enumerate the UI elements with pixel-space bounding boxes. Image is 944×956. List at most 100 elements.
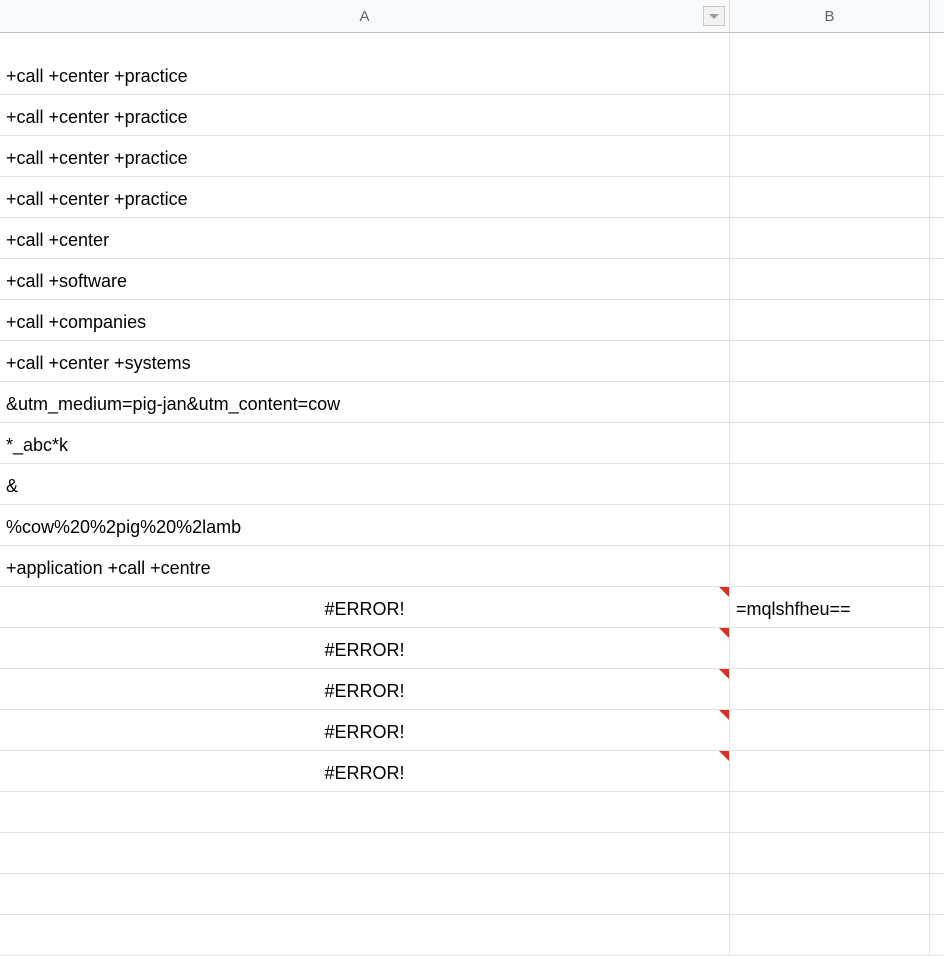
error-indicator-icon [719,669,729,679]
cell-b[interactable] [730,874,930,914]
chevron-down-icon [709,14,719,19]
table-row: +call +center +systems [0,341,944,382]
cell-b[interactable] [730,136,930,176]
cell-c[interactable] [930,833,944,873]
cell-a[interactable]: #ERROR! [0,710,730,750]
column-label: B [824,8,834,25]
cell-a[interactable]: *_abc*k [0,423,730,463]
cell-c[interactable] [930,505,944,545]
cell-c[interactable] [930,33,944,94]
cell-b[interactable] [730,341,930,381]
cell-a[interactable]: +call +center +practice [0,95,730,135]
column-header-row: A B [0,0,944,33]
cell-c[interactable] [930,423,944,463]
cell-c[interactable] [930,95,944,135]
table-row: +call +center [0,218,944,259]
spreadsheet: A B +call +center +practice+call +center… [0,0,944,956]
cell-c[interactable] [930,300,944,340]
table-row: +call +center +practice [0,177,944,218]
cell-a[interactable]: +call +center +systems [0,341,730,381]
cell-a[interactable]: #ERROR! [0,669,730,709]
cell-b[interactable] [730,259,930,299]
cell-b[interactable] [730,95,930,135]
cell-a[interactable]: #ERROR! [0,751,730,791]
cell-a[interactable]: +call +center +practice [0,136,730,176]
cell-a[interactable]: +call +companies [0,300,730,340]
column-header-b[interactable]: B [730,0,930,32]
cell-c[interactable] [930,341,944,381]
cell-b[interactable] [730,669,930,709]
cell-a[interactable] [0,874,730,914]
table-row: &utm_medium=pig-jan&utm_content=cow [0,382,944,423]
error-indicator-icon [719,751,729,761]
cell-a[interactable]: %cow%20%2pig%20%2lamb [0,505,730,545]
column-header-c[interactable] [930,0,944,32]
cell-a[interactable]: &utm_medium=pig-jan&utm_content=cow [0,382,730,422]
filter-dropdown[interactable] [703,6,725,26]
table-row: #ERROR! [0,628,944,669]
column-label: A [359,8,369,25]
cell-a[interactable] [0,915,730,955]
cell-b[interactable] [730,710,930,750]
table-row: +call +center +practice [0,136,944,177]
cell-b[interactable] [730,751,930,791]
cell-a[interactable]: +application +call +centre [0,546,730,586]
cell-c[interactable] [930,259,944,299]
cell-c[interactable] [930,177,944,217]
cell-b[interactable] [730,423,930,463]
cell-b[interactable] [730,546,930,586]
cell-b[interactable] [730,915,930,955]
table-row: +application +call +centre [0,546,944,587]
column-header-a[interactable]: A [0,0,730,32]
cell-a[interactable]: & [0,464,730,504]
cell-a[interactable]: +call +software [0,259,730,299]
error-indicator-icon [719,710,729,720]
cell-c[interactable] [930,628,944,668]
error-indicator-icon [719,587,729,597]
cell-b[interactable] [730,177,930,217]
cell-c[interactable] [930,669,944,709]
cell-c[interactable] [930,587,944,627]
cell-a[interactable]: #ERROR! [0,587,730,627]
rows-container: +call +center +practice+call +center +pr… [0,33,944,956]
table-row [0,792,944,833]
cell-b[interactable] [730,464,930,504]
table-row [0,915,944,956]
table-row: +call +software [0,259,944,300]
cell-a[interactable] [0,792,730,832]
cell-c[interactable] [930,874,944,914]
cell-c[interactable] [930,218,944,258]
cell-a[interactable]: #ERROR! [0,628,730,668]
table-row: #ERROR!=mqlshfheu== [0,587,944,628]
table-row [0,833,944,874]
table-row [0,874,944,915]
cell-c[interactable] [930,792,944,832]
cell-b[interactable]: =mqlshfheu== [730,587,930,627]
cell-b[interactable] [730,382,930,422]
cell-b[interactable] [730,833,930,873]
cell-c[interactable] [930,710,944,750]
table-row: #ERROR! [0,669,944,710]
cell-c[interactable] [930,915,944,955]
cell-c[interactable] [930,136,944,176]
table-row: +call +center +practice [0,33,944,95]
table-row: +call +companies [0,300,944,341]
cell-c[interactable] [930,751,944,791]
cell-b[interactable] [730,792,930,832]
cell-a[interactable]: +call +center +practice [0,177,730,217]
cell-b[interactable] [730,33,930,94]
table-row: +call +center +practice [0,95,944,136]
cell-c[interactable] [930,464,944,504]
table-row: %cow%20%2pig%20%2lamb [0,505,944,546]
cell-b[interactable] [730,218,930,258]
cell-c[interactable] [930,382,944,422]
cell-a[interactable] [0,833,730,873]
table-row: #ERROR! [0,710,944,751]
cell-c[interactable] [930,546,944,586]
cell-b[interactable] [730,300,930,340]
cell-a[interactable]: +call +center [0,218,730,258]
error-indicator-icon [719,628,729,638]
cell-b[interactable] [730,628,930,668]
cell-a[interactable]: +call +center +practice [0,33,730,94]
cell-b[interactable] [730,505,930,545]
